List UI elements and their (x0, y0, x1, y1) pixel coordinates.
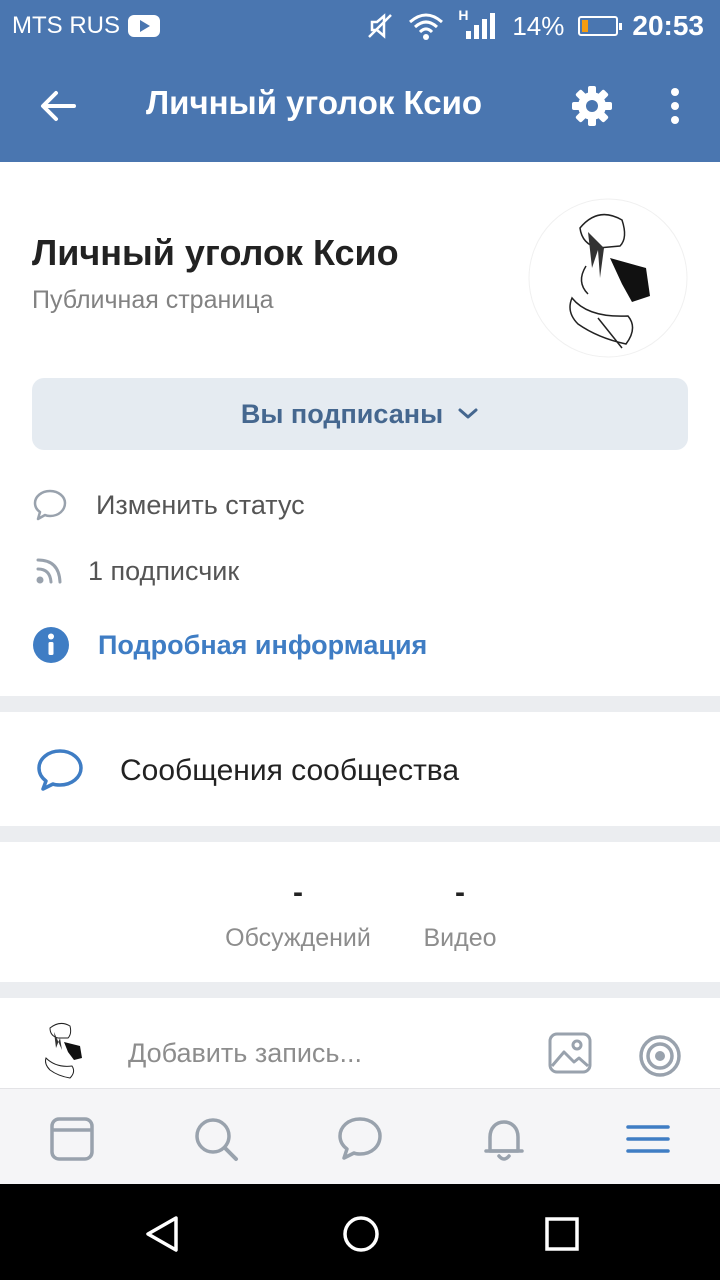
community-name: Личный уголок Ксио (32, 232, 399, 273)
app-header: Личный уголок Ксио (0, 52, 720, 162)
menu-icon[interactable] (624, 1115, 672, 1163)
signal-icon: H (458, 7, 498, 41)
avatar-illustration (528, 198, 688, 358)
back-triangle-icon[interactable] (142, 1214, 182, 1254)
search-icon[interactable] (192, 1115, 240, 1163)
community-card: Личный уголок Ксио Публичная страница Вы… (0, 162, 720, 696)
subscribers-count: 1 подписчик (88, 555, 240, 586)
small-avatar (45, 1022, 82, 1079)
carrier-label: MTS RUS (12, 12, 120, 39)
mute-icon (368, 13, 393, 39)
battery-percent: 14% (512, 10, 565, 41)
change-status-label: Изменить статус (96, 489, 305, 520)
post-composer: Добавить запись... (0, 998, 720, 1088)
details-row[interactable]: Подробная информация (32, 626, 427, 664)
home-circle-icon[interactable] (341, 1214, 381, 1254)
stats-card: - Обсуждений - Видео (0, 842, 720, 982)
community-messages-label: Сообщения сообщества (120, 754, 460, 787)
stat-video[interactable]: - Видео (410, 878, 510, 953)
gear-icon[interactable] (570, 84, 614, 128)
more-vertical-icon[interactable] (660, 84, 690, 128)
battery-icon (578, 16, 623, 36)
clock: 20:53 (632, 10, 704, 41)
subscribed-label: Вы подписаны (240, 398, 444, 429)
stat-discussions[interactable]: - Обсуждений (210, 878, 386, 953)
stat-video-value: - (455, 876, 465, 909)
stat-discussions-value: - (293, 876, 303, 909)
status-left: MTS RUS (12, 12, 160, 40)
stat-discussions-label: Обсуждений (225, 924, 371, 952)
stat-video-label: Видео (423, 924, 497, 952)
target-icon[interactable] (638, 1034, 682, 1078)
youtube-notification-icon (128, 15, 160, 37)
community-avatar[interactable] (528, 198, 688, 358)
info-icon (33, 627, 69, 663)
chevron-down-icon (458, 408, 478, 419)
arrow-back-icon[interactable] (38, 86, 78, 126)
status-bar: MTS RUS H 14% 20:53 (0, 0, 720, 52)
bottom-tab-bar (0, 1088, 720, 1184)
community-messages-row[interactable]: Сообщения сообщества (0, 712, 720, 826)
change-status-row[interactable]: Изменить статус (32, 488, 305, 522)
news-icon[interactable] (48, 1115, 96, 1163)
rss-icon (36, 558, 62, 584)
subscribed-button[interactable]: Вы подписаны (32, 378, 688, 450)
speech-bubble-icon (33, 489, 67, 521)
subscribers-row[interactable]: 1 подписчик (32, 554, 239, 588)
image-icon[interactable] (548, 1032, 592, 1074)
wifi-icon (409, 13, 444, 40)
android-nav-bar (0, 1184, 720, 1280)
messages-icon[interactable] (336, 1115, 384, 1163)
details-link: Подробная информация (98, 629, 428, 660)
recents-square-icon[interactable] (542, 1214, 582, 1254)
message-bubble-icon (37, 749, 83, 791)
community-type: Публичная страница (32, 286, 274, 314)
add-post-input[interactable]: Добавить запись... (128, 1038, 362, 1069)
status-right: H 14% 20:53 (366, 7, 704, 42)
notifications-icon[interactable] (480, 1115, 528, 1163)
header-title: Личный уголок Ксио (146, 84, 483, 121)
